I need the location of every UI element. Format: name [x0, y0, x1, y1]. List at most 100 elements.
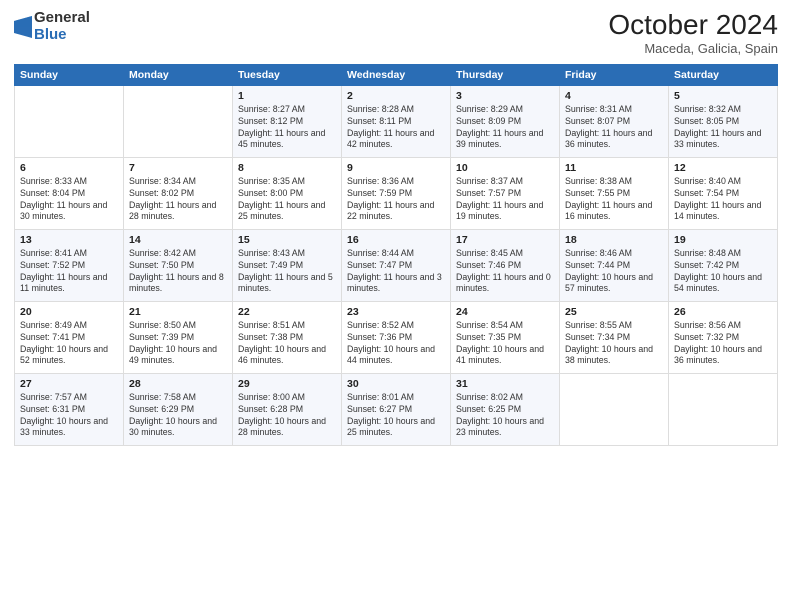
- day-cell: 20 Sunrise: 8:49 AMSunset: 7:41 PMDayligh…: [15, 301, 124, 373]
- page: General Blue October 2024 Maceda, Galici…: [0, 0, 792, 612]
- day-info: Sunrise: 7:58 AMSunset: 6:29 PMDaylight:…: [129, 392, 227, 440]
- day-cell: 23 Sunrise: 8:52 AMSunset: 7:36 PMDayligh…: [342, 301, 451, 373]
- day-cell: 8Sunrise: 8:35 AMSunset: 8:00 PMDaylight…: [233, 157, 342, 229]
- day-number: 31: [456, 378, 554, 390]
- day-info: Sunrise: 8:32 AMSunset: 8:05 PMDaylight:…: [674, 104, 772, 152]
- day-number: 12: [674, 162, 772, 174]
- logo-blue-text: Blue: [34, 27, 90, 44]
- day-cell: 21 Sunrise: 8:50 AMSunset: 7:39 PMDayligh…: [124, 301, 233, 373]
- day-cell: 9 Sunrise: 8:36 AMSunset: 7:59 PMDaylight…: [342, 157, 451, 229]
- day-info: Sunrise: 8:45 AMSunset: 7:46 PMDaylight:…: [456, 248, 554, 296]
- weekday-header-sunday: Sunday: [15, 64, 124, 85]
- day-number: 19: [674, 234, 772, 246]
- day-number: 13: [20, 234, 118, 246]
- day-cell: 16 Sunrise: 8:44 AMSunset: 7:47 PMDayligh…: [342, 229, 451, 301]
- day-cell: 4Sunrise: 8:31 AMSunset: 8:07 PMDaylight…: [560, 85, 669, 157]
- day-cell: 1 Sunrise: 8:27 AMSunset: 8:12 PMDaylight…: [233, 85, 342, 157]
- day-number: 16: [347, 234, 445, 246]
- day-number: 21: [129, 306, 227, 318]
- day-number: 18: [565, 234, 663, 246]
- day-number: 20: [20, 306, 118, 318]
- title-block: October 2024 Maceda, Galicia, Spain: [608, 10, 778, 56]
- day-cell: 19 Sunrise: 8:48 AMSunset: 7:42 PMDayligh…: [669, 229, 778, 301]
- weekday-row: SundayMondayTuesdayWednesdayThursdayFrid…: [15, 64, 778, 85]
- weekday-header-friday: Friday: [560, 64, 669, 85]
- day-number: 24: [456, 306, 554, 318]
- day-info: Sunrise: 8:31 AMSunset: 8:07 PMDaylight:…: [565, 104, 663, 152]
- weekday-header-thursday: Thursday: [451, 64, 560, 85]
- day-number: 9: [347, 162, 445, 174]
- day-info: Sunrise: 8:33 AMSunset: 8:04 PMDaylight:…: [20, 176, 118, 224]
- day-cell: 25 Sunrise: 8:55 AMSunset: 7:34 PMDayligh…: [560, 301, 669, 373]
- week-row-4: 27Sunrise: 7:57 AMSunset: 6:31 PMDayligh…: [15, 373, 778, 445]
- logo-text: General Blue: [34, 10, 90, 43]
- day-info: Sunrise: 8:28 AMSunset: 8:11 PMDaylight:…: [347, 104, 445, 152]
- day-cell: 27Sunrise: 7:57 AMSunset: 6:31 PMDayligh…: [15, 373, 124, 445]
- location-title: Maceda, Galicia, Spain: [608, 41, 778, 56]
- day-cell: 6Sunrise: 8:33 AMSunset: 8:04 PMDaylight…: [15, 157, 124, 229]
- day-number: 15: [238, 234, 336, 246]
- day-cell: 22Sunrise: 8:51 AMSunset: 7:38 PMDayligh…: [233, 301, 342, 373]
- day-number: 8: [238, 162, 336, 174]
- calendar-body: 1 Sunrise: 8:27 AMSunset: 8:12 PMDaylight…: [15, 85, 778, 445]
- day-cell: 29 Sunrise: 8:00 AMSunset: 6:28 PMDayligh…: [233, 373, 342, 445]
- day-number: 25: [565, 306, 663, 318]
- day-number: 10: [456, 162, 554, 174]
- day-info: Sunrise: 8:38 AMSunset: 7:55 PMDaylight:…: [565, 176, 663, 224]
- day-cell: 12 Sunrise: 8:40 AMSunset: 7:54 PMDayligh…: [669, 157, 778, 229]
- logo: General Blue: [14, 10, 90, 43]
- day-number: 17: [456, 234, 554, 246]
- day-info: Sunrise: 8:55 AMSunset: 7:34 PMDaylight:…: [565, 320, 663, 368]
- calendar-table: SundayMondayTuesdayWednesdayThursdayFrid…: [14, 64, 778, 446]
- calendar-header: SundayMondayTuesdayWednesdayThursdayFrid…: [15, 64, 778, 85]
- day-info: Sunrise: 8:43 AMSunset: 7:49 PMDaylight:…: [238, 248, 336, 296]
- day-number: 7: [129, 162, 227, 174]
- weekday-header-tuesday: Tuesday: [233, 64, 342, 85]
- logo-general-text: General: [34, 10, 90, 27]
- day-number: 27: [20, 378, 118, 390]
- weekday-header-wednesday: Wednesday: [342, 64, 451, 85]
- day-cell: 31Sunrise: 8:02 AMSunset: 6:25 PMDayligh…: [451, 373, 560, 445]
- day-number: 26: [674, 306, 772, 318]
- day-cell: [15, 85, 124, 157]
- day-cell: 28Sunrise: 7:58 AMSunset: 6:29 PMDayligh…: [124, 373, 233, 445]
- day-info: Sunrise: 8:29 AMSunset: 8:09 PMDaylight:…: [456, 104, 554, 152]
- day-number: 3: [456, 90, 554, 102]
- day-info: Sunrise: 8:01 AMSunset: 6:27 PMDaylight:…: [347, 392, 445, 440]
- day-cell: 24 Sunrise: 8:54 AMSunset: 7:35 PMDayligh…: [451, 301, 560, 373]
- day-number: 23: [347, 306, 445, 318]
- day-cell: 30Sunrise: 8:01 AMSunset: 6:27 PMDayligh…: [342, 373, 451, 445]
- day-cell: 17 Sunrise: 8:45 AMSunset: 7:46 PMDayligh…: [451, 229, 560, 301]
- weekday-header-saturday: Saturday: [669, 64, 778, 85]
- day-cell: 10 Sunrise: 8:37 AMSunset: 7:57 PMDayligh…: [451, 157, 560, 229]
- month-title: October 2024: [608, 10, 778, 41]
- day-info: Sunrise: 8:44 AMSunset: 7:47 PMDaylight:…: [347, 248, 445, 296]
- week-row-1: 6Sunrise: 8:33 AMSunset: 8:04 PMDaylight…: [15, 157, 778, 229]
- day-info: Sunrise: 8:54 AMSunset: 7:35 PMDaylight:…: [456, 320, 554, 368]
- day-info: Sunrise: 8:27 AMSunset: 8:12 PMDaylight:…: [238, 104, 336, 152]
- day-info: Sunrise: 8:50 AMSunset: 7:39 PMDaylight:…: [129, 320, 227, 368]
- logo-icon: [14, 16, 32, 38]
- day-number: 29: [238, 378, 336, 390]
- day-info: Sunrise: 8:51 AMSunset: 7:38 PMDaylight:…: [238, 320, 336, 368]
- day-info: Sunrise: 8:34 AMSunset: 8:02 PMDaylight:…: [129, 176, 227, 224]
- day-info: Sunrise: 8:37 AMSunset: 7:57 PMDaylight:…: [456, 176, 554, 224]
- day-number: 5: [674, 90, 772, 102]
- day-info: Sunrise: 8:36 AMSunset: 7:59 PMDaylight:…: [347, 176, 445, 224]
- day-info: Sunrise: 8:40 AMSunset: 7:54 PMDaylight:…: [674, 176, 772, 224]
- day-info: Sunrise: 8:52 AMSunset: 7:36 PMDaylight:…: [347, 320, 445, 368]
- day-cell: 14Sunrise: 8:42 AMSunset: 7:50 PMDayligh…: [124, 229, 233, 301]
- day-info: Sunrise: 8:46 AMSunset: 7:44 PMDaylight:…: [565, 248, 663, 296]
- day-number: 1: [238, 90, 336, 102]
- day-cell: 15 Sunrise: 8:43 AMSunset: 7:49 PMDayligh…: [233, 229, 342, 301]
- week-row-2: 13Sunrise: 8:41 AMSunset: 7:52 PMDayligh…: [15, 229, 778, 301]
- day-number: 14: [129, 234, 227, 246]
- day-cell: 18 Sunrise: 8:46 AMSunset: 7:44 PMDayligh…: [560, 229, 669, 301]
- day-info: Sunrise: 8:48 AMSunset: 7:42 PMDaylight:…: [674, 248, 772, 296]
- day-cell: [669, 373, 778, 445]
- day-info: Sunrise: 8:00 AMSunset: 6:28 PMDaylight:…: [238, 392, 336, 440]
- day-info: Sunrise: 8:56 AMSunset: 7:32 PMDaylight:…: [674, 320, 772, 368]
- day-cell: 3 Sunrise: 8:29 AMSunset: 8:09 PMDaylight…: [451, 85, 560, 157]
- day-info: Sunrise: 8:49 AMSunset: 7:41 PMDaylight:…: [20, 320, 118, 368]
- day-cell: 11Sunrise: 8:38 AMSunset: 7:55 PMDayligh…: [560, 157, 669, 229]
